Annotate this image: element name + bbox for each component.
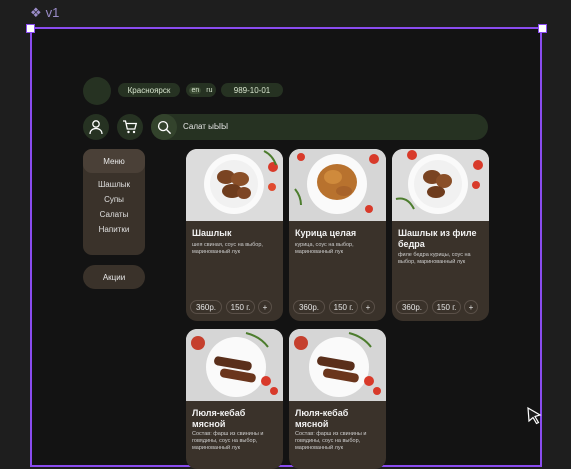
product-image [392, 149, 489, 221]
product-title: Люля-кебаб мясной [295, 408, 349, 429]
profile-button[interactable] [83, 114, 109, 140]
product-card[interactable]: Курица целая курица, соус на выбор, мари… [289, 149, 386, 321]
menu-item-soups[interactable]: Супы [83, 195, 145, 204]
product-description: Состав: фарш из свинины и говядины, соус… [192, 431, 264, 451]
weight-chip: 150 г. [226, 300, 255, 314]
product-image [289, 149, 386, 221]
product-image [186, 329, 283, 401]
add-to-cart-button[interactable]: + [258, 300, 272, 314]
search-button[interactable] [151, 114, 177, 140]
price-chip: 360р. [190, 300, 222, 314]
product-card[interactable]: Шашлык шея свиная, соус на выбор, марино… [186, 149, 283, 321]
phone-number[interactable]: 989-10-01 [221, 83, 283, 97]
product-card[interactable]: Шашлык из филе бедра филе бедра курицы, … [392, 149, 489, 321]
product-title: Шашлык [192, 228, 232, 238]
menu-item-drinks[interactable]: Напитки [83, 225, 145, 234]
logo[interactable] [83, 77, 111, 105]
product-description: филе бедра курицы, соус на выбор, марино… [398, 252, 471, 265]
category-menu: Меню Шашлык Супы Салаты Напитки [83, 149, 145, 255]
product-title: Люля-кебаб мясной [192, 408, 246, 429]
product-image [186, 149, 283, 221]
search-bar[interactable]: Салат ыЫЫ [151, 114, 488, 140]
frame-label: ❖ v1 [30, 4, 59, 20]
user-icon [89, 120, 103, 135]
cart-icon [123, 120, 138, 134]
price-chip: 360р. [293, 300, 325, 314]
lang-ru[interactable]: ru [206, 87, 212, 94]
product-title: Курица целая [295, 228, 357, 238]
menu-title[interactable]: Меню [83, 149, 145, 173]
weight-chip: 150 г. [329, 300, 358, 314]
frame-label-text: v1 [45, 4, 60, 20]
language-switcher[interactable]: en ru [186, 83, 216, 97]
pointer-cursor-icon [527, 406, 542, 425]
product-title: Шашлык из филе бедра [398, 228, 477, 249]
cart-button[interactable] [117, 114, 143, 140]
add-to-cart-button[interactable]: + [464, 300, 478, 314]
weight-chip: 150 г. [432, 300, 461, 314]
product-description: курица, соус на выбор, маринованный лук [295, 242, 354, 255]
resize-handle-top-left[interactable] [26, 24, 35, 33]
component-icon: ❖ [30, 4, 42, 20]
city-selector[interactable]: Красноярск [118, 83, 180, 97]
product-description: Состав: фарш из свинины и говядины, соус… [295, 431, 367, 451]
product-image [289, 329, 386, 401]
menu-item-salads[interactable]: Салаты [83, 210, 145, 219]
price-chip: 360р. [396, 300, 428, 314]
promotions-button[interactable]: Акции [83, 265, 145, 289]
product-description: шея свиная, соус на выбор, маринованный … [192, 242, 263, 255]
search-input[interactable]: Салат ыЫЫ [183, 122, 228, 131]
search-icon [157, 120, 171, 134]
product-card[interactable]: Люля-кебаб мясной Состав: фарш из свинин… [289, 329, 386, 469]
lang-en[interactable]: en [189, 86, 202, 94]
menu-item-shashlyk[interactable]: Шашлык [83, 180, 145, 189]
add-to-cart-button[interactable]: + [361, 300, 375, 314]
product-card[interactable]: Люля-кебаб мясной Состав: фарш из свинин… [186, 329, 283, 469]
resize-handle-top-right[interactable] [538, 24, 547, 33]
